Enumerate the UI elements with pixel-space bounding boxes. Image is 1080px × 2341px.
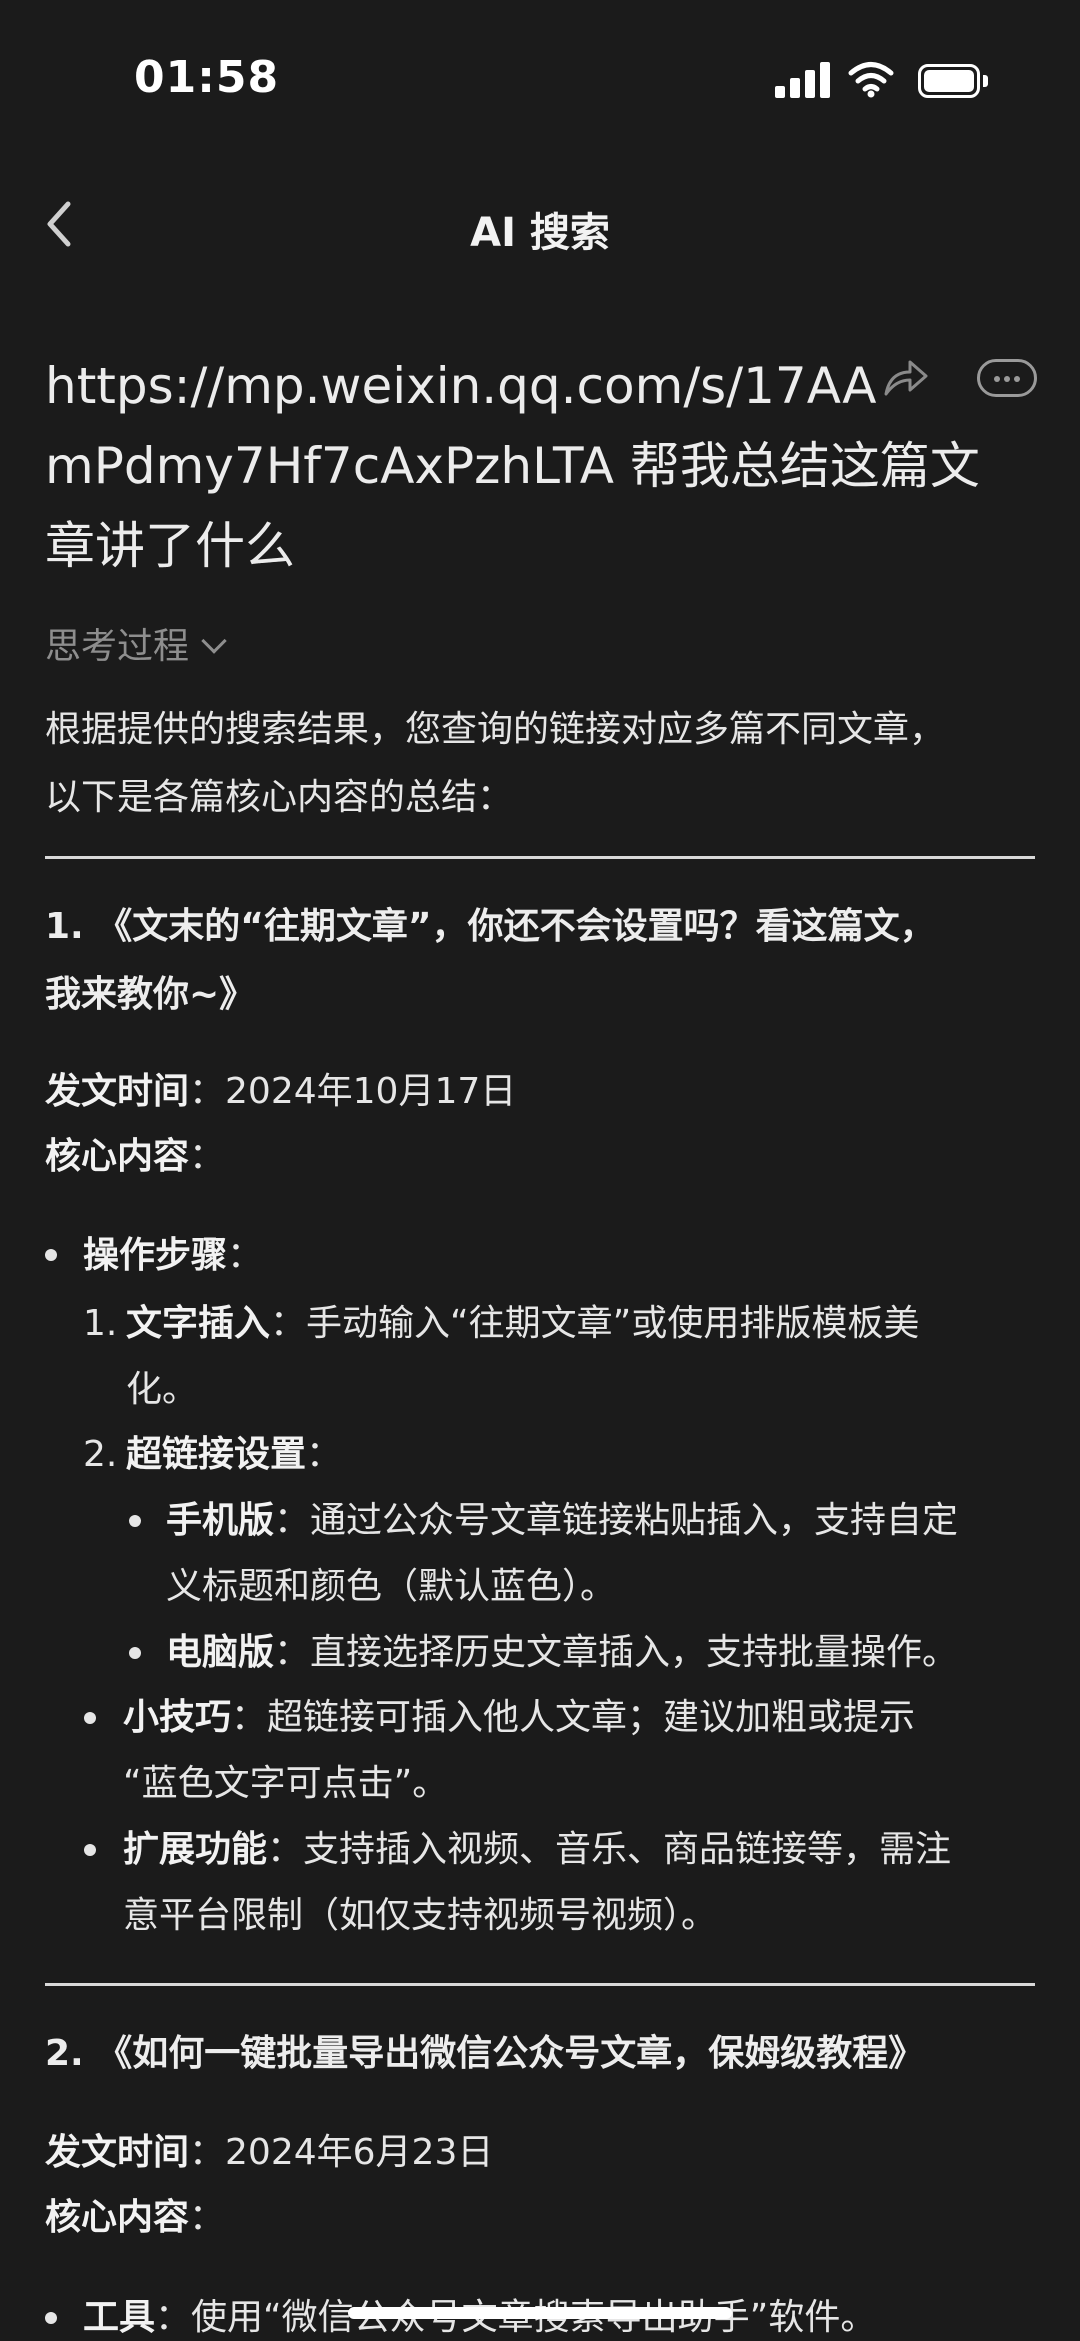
bullet-dot [45,2312,57,2324]
battery-icon [918,64,988,98]
article-2-core-label: 核心内容： [45,2184,225,2252]
status-time: 01:58 [134,52,280,103]
wifi-icon [848,62,894,98]
query-line: mPdmy7Hf7cAxPzhLTA 帮我总结这篇文 [45,437,980,495]
tips-item: 小技巧：超链接可插入他人文章；建议加粗或提示 [123,1684,915,1752]
intro-text: 根据提供的搜索结果，您查询的链接对应多篇不同文章， 以下是各篇核心内容的总结： [45,696,1045,832]
core-label: 核心内容 [45,2197,190,2238]
steps-suffix: ： [227,1235,264,1276]
intro-line: 以下是各篇核心内容的总结： [45,777,514,818]
extension-text: ：支持插入视频、音乐、商品链接等，需注 [267,1829,952,1870]
date-label: 发文时间 [45,1071,190,1112]
divider [45,856,1035,859]
bullet-dot [129,1515,141,1527]
extension-label: 扩展功能 [123,1829,268,1870]
chevron-down-icon [201,628,227,654]
article-2-date: 发文时间：2024年6月23日 [45,2119,493,2187]
step-1-text: ：手动输入“往期文章”或使用排版模板美 [270,1303,920,1344]
tool-label: 工具 [83,2297,156,2338]
bullet-dot [129,1647,141,1659]
date-value: ：2024年6月23日 [189,2132,494,2173]
navigation-bar: AI 搜索 [0,180,1080,270]
cellular-signal-icon [775,62,831,98]
page-title: AI 搜索 [470,210,610,256]
intro-line: 根据提供的搜索结果，您查询的链接对应多篇不同文章， [45,709,946,750]
mobile-text: ：通过公众号文章链接粘贴插入，支持自定 [274,1500,959,1541]
extension-item-continued: 意平台限制（如仅支持视频号视频）。 [123,1895,718,1936]
core-suffix: ： [189,1136,226,1177]
user-query: https://mp.weixin.qq.com/s/17AA mPdmy7Hf… [45,346,1025,586]
step-2: 超链接设置： [126,1421,342,1489]
query-line: https://mp.weixin.qq.com/s/17AA [45,357,877,415]
step-1-label: 文字插入 [126,1303,271,1344]
share-icon[interactable] [880,356,930,400]
home-indicator[interactable] [348,2307,732,2319]
date-value: ：2024年10月17日 [189,1071,517,1112]
article-2-title: 2. 《如何一键批量导出微信公众号文章，保姆级教程》 [45,2033,925,2074]
pc-text: ：直接选择历史文章插入，支持批量操作。 [274,1632,959,1673]
bullet-dot [84,1712,96,1724]
core-suffix: ： [189,2197,226,2238]
bullet-dot [84,1844,96,1856]
tips-item-continued: “蓝色文字可点击”。 [123,1763,449,1804]
status-bar: 01:58 [0,0,1080,150]
article-1-core-label: 核心内容： [45,1123,225,1191]
thinking-label: 思考过程 [45,626,190,667]
core-label: 核心内容 [45,1136,190,1177]
thinking-process-toggle[interactable]: 思考过程 [45,617,227,669]
mobile-item-continued: 义标题和颜色（默认蓝色）。 [166,1566,617,1607]
date-label: 发文时间 [45,2132,190,2173]
step-number: 2. [83,1434,118,1475]
tips-label: 小技巧 [123,1697,232,1738]
step-1-continued: 化。 [126,1369,199,1410]
step-number: 1. [83,1303,118,1344]
pc-label: 电脑版 [166,1632,275,1673]
steps-label: 操作步骤 [83,1235,228,1276]
steps-item: 操作步骤： [83,1222,263,1290]
mobile-label: 手机版 [166,1500,275,1541]
extension-item: 扩展功能：支持插入视频、音乐、商品链接等，需注 [123,1816,951,1884]
mobile-item: 手机版：通过公众号文章链接粘贴插入，支持自定 [166,1487,958,1555]
more-options-icon[interactable] [977,359,1037,397]
ai-search-page: 01:58 AI 搜索 https://mp.weixin.qq.com/s/1… [0,0,1080,2341]
title-line: 1. 《文末的“往期文章”，你还不会设置吗？看这篇文， [45,906,936,947]
article-1-title: 1. 《文末的“往期文章”，你还不会设置吗？看这篇文， 我来教你~》 [45,893,1045,1029]
pc-item: 电脑版：直接选择历史文章插入，支持批量操作。 [166,1619,958,1687]
bullet-dot [45,1249,57,1261]
step-1: 文字插入：手动输入“往期文章”或使用排版模板美 [126,1290,919,1358]
step-2-suffix: ： [306,1434,343,1475]
title-line: 我来教你~》 [45,974,256,1015]
article-1-date: 发文时间：2024年10月17日 [45,1058,516,1126]
divider [45,1983,1035,1986]
tips-text: ：超链接可插入他人文章；建议加粗或提示 [231,1697,916,1738]
query-line: 章讲了什么 [45,517,295,575]
step-2-label: 超链接设置 [126,1434,307,1475]
